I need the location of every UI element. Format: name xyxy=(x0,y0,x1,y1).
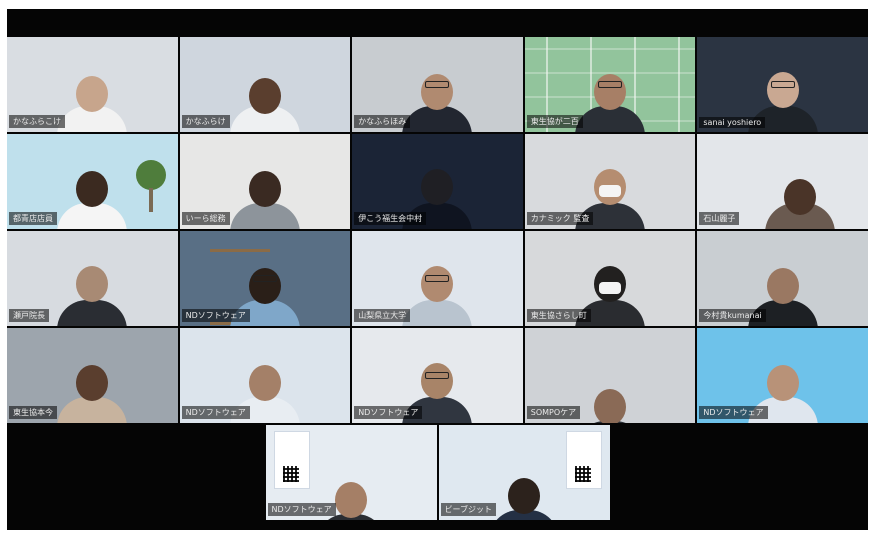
participant-name: 石山麗子 xyxy=(699,212,740,225)
participant-name: いーら総務 xyxy=(181,212,230,225)
video-tile[interactable]: NDソフトウェア xyxy=(265,425,437,520)
participant-name: SOMPOケア xyxy=(526,406,581,419)
video-tile[interactable]: 山梨県立大学 xyxy=(352,231,523,326)
participant-name: 山梨県立大学 xyxy=(354,309,411,322)
video-conference-gallery: かなふらこけ かなふらけ かなふらほみ 東生協が二百 sanai yoshier… xyxy=(7,9,868,530)
video-tile[interactable]: NDソフトウェア xyxy=(179,231,351,326)
video-tile[interactable]: 東生協さらし町 xyxy=(524,231,696,326)
video-tile[interactable]: かなふらけ xyxy=(179,37,351,132)
grid-row-3: 瀬戸院長 NDソフトウェア 山梨県立大学 東生協さらし町 今村貴kumanai xyxy=(7,231,868,326)
participant-name: かなふらほみ xyxy=(354,115,411,128)
video-tile[interactable]: NDソフトウェア xyxy=(179,328,351,423)
participant-avatar xyxy=(764,165,835,229)
participant-name: 東生協さらし町 xyxy=(526,309,591,322)
participant-avatar xyxy=(575,383,646,423)
video-tile[interactable]: かなふらこけ xyxy=(7,37,178,132)
participant-name: 都青店店員 xyxy=(9,212,57,225)
video-tile[interactable]: 都青店店員 xyxy=(7,134,178,229)
participant-avatar xyxy=(489,472,559,520)
participant-name: 伊こう福生会中村 xyxy=(354,212,427,225)
video-tile[interactable]: NDソフトウェア xyxy=(352,328,523,423)
participant-name: NDソフトウェア xyxy=(181,406,250,419)
participant-avatar xyxy=(575,68,646,132)
video-tile[interactable]: 東生協が二百 xyxy=(524,37,696,132)
video-tile[interactable]: SOMPOケア xyxy=(524,328,696,423)
participant-name: 今村貴kumanai xyxy=(699,309,766,322)
qr-code-icon xyxy=(574,466,591,482)
participant-avatar xyxy=(229,68,300,132)
participant-name: かなふらけ xyxy=(181,115,230,128)
video-tile[interactable]: sanai yoshiero xyxy=(697,37,868,132)
video-tile[interactable]: 伊こう福生会中村 xyxy=(352,134,523,229)
participant-name: NDソフトウェア xyxy=(699,406,768,419)
video-tile[interactable]: 今村貴kumanai xyxy=(697,231,868,326)
video-tile[interactable]: 瀬戸院長 xyxy=(7,231,178,326)
video-tile[interactable]: かなふらほみ xyxy=(352,37,523,132)
participant-name: カナミック 監査 xyxy=(526,212,594,225)
grid-row-1: かなふらこけ かなふらけ かなふらほみ 東生協が二百 sanai yoshier… xyxy=(7,37,868,132)
participant-name: 東生協本今 xyxy=(9,406,57,419)
participant-avatar xyxy=(402,262,473,326)
video-tile[interactable]: ビーブジット xyxy=(438,425,610,520)
participant-avatar xyxy=(229,165,300,229)
participant-grid: かなふらこけ かなふらけ かなふらほみ 東生協が二百 sanai yoshier… xyxy=(7,37,868,522)
participant-name: NDソフトウェア xyxy=(181,309,250,322)
participant-name: 東生協が二百 xyxy=(526,115,583,128)
video-tile[interactable]: 石山麗子 xyxy=(697,134,868,229)
plant-decoration xyxy=(135,160,166,212)
video-tile[interactable]: いーら総務 xyxy=(179,134,351,229)
participant-name: かなふらこけ xyxy=(9,115,65,128)
video-tile[interactable]: 東生協本今 xyxy=(7,328,178,423)
qr-code-icon xyxy=(282,466,299,482)
participant-avatar xyxy=(57,165,128,229)
participant-name: NDソフトウェア xyxy=(354,406,423,419)
participant-name: NDソフトウェア xyxy=(267,503,336,516)
video-tile[interactable]: カナミック 監査 xyxy=(524,134,696,229)
grid-row-5: NDソフトウェア ビーブジット xyxy=(7,425,868,520)
business-card xyxy=(565,431,602,489)
video-tile[interactable]: NDソフトウェア xyxy=(697,328,868,423)
grid-row-4: 東生協本今 NDソフトウェア NDソフトウェア SOMPOケア NDソフトウェア xyxy=(7,328,868,423)
participant-name: 瀬戸院長 xyxy=(9,309,49,322)
participant-avatar xyxy=(57,68,128,132)
participant-name: ビーブジット xyxy=(440,503,497,516)
participant-name: sanai yoshiero xyxy=(699,117,766,128)
participant-avatar xyxy=(57,262,128,326)
participant-avatar xyxy=(57,359,128,423)
business-card xyxy=(273,431,310,489)
grid-row-2: 都青店店員 いーら総務 伊こう福生会中村 カナミック 監査 石山麗子 xyxy=(7,134,868,229)
participant-avatar xyxy=(402,68,473,132)
